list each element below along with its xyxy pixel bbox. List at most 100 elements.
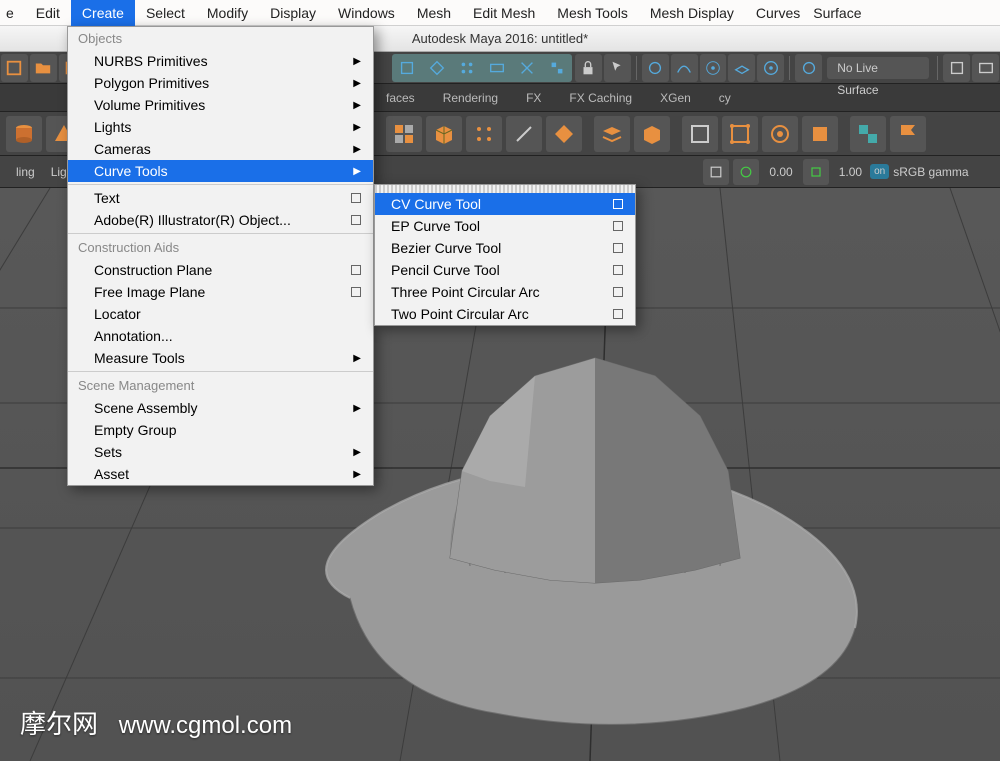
snap-curve-icon[interactable]: [671, 54, 698, 82]
option-box-icon[interactable]: [613, 243, 623, 253]
shelf-flag-icon[interactable]: [890, 116, 926, 152]
menu-item-cameras[interactable]: Cameras▶: [68, 138, 373, 160]
watermark-cn: 摩尔网: [20, 709, 98, 739]
chevron-right-icon: ▶: [353, 353, 361, 364]
submenu-grip[interactable]: [375, 185, 635, 193]
menu-item-nurbs-primitives[interactable]: NURBS Primitives▶: [68, 50, 373, 72]
menu-create[interactable]: Create: [71, 0, 135, 26]
chevron-right-icon: ▶: [353, 447, 361, 458]
menu-edit[interactable]: Edit: [25, 0, 71, 26]
live-surface-label[interactable]: No Live Surface: [827, 57, 929, 79]
make-live-icon[interactable]: [795, 54, 822, 82]
highlight-select-icon[interactable]: [604, 54, 631, 82]
menu-display[interactable]: Display: [259, 0, 327, 26]
open-scene-icon[interactable]: [30, 54, 57, 82]
menu-surface[interactable]: Surface: [811, 0, 872, 26]
shelf-target-icon[interactable]: [762, 116, 798, 152]
menu-modify[interactable]: Modify: [196, 0, 259, 26]
colorspace-label[interactable]: sRGB gamma: [893, 165, 968, 179]
gamma-value[interactable]: 1.00: [831, 165, 870, 179]
menu-item-volume-primitives[interactable]: Volume Primitives▶: [68, 94, 373, 116]
shelf-tab-rendering[interactable]: Rendering: [429, 84, 512, 112]
shelf-quad-icon[interactable]: [802, 116, 838, 152]
menu-mesh[interactable]: Mesh: [406, 0, 462, 26]
snap-plane-icon[interactable]: [728, 54, 755, 82]
shelf-cylinder-icon[interactable]: [6, 116, 42, 152]
submenu-item-bezier-curve-tool[interactable]: Bezier Curve Tool: [375, 237, 635, 259]
menu-item-lights[interactable]: Lights▶: [68, 116, 373, 138]
snap-point-icon[interactable]: [700, 54, 727, 82]
menu-item-empty-group[interactable]: Empty Group: [68, 419, 373, 441]
menu-item-measure-tools[interactable]: Measure Tools▶: [68, 347, 373, 369]
snap-grid-icon[interactable]: [642, 54, 669, 82]
snap-live-icon[interactable]: [757, 54, 784, 82]
chevron-right-icon: ▶: [353, 122, 361, 133]
shelf-tab-fx[interactable]: FX: [512, 84, 555, 112]
shelf-dots-icon[interactable]: [466, 116, 502, 152]
menu-item-sets[interactable]: Sets▶: [68, 441, 373, 463]
menu-item-free-image-plane[interactable]: Free Image Plane: [68, 281, 373, 303]
lock-icon[interactable]: [575, 54, 602, 82]
option-box-icon[interactable]: [351, 193, 361, 203]
option-box-icon[interactable]: [351, 265, 361, 275]
menu-e[interactable]: e: [4, 0, 25, 26]
shelf-edit-icon[interactable]: [506, 116, 542, 152]
option-box-icon[interactable]: [351, 287, 361, 297]
menu-select[interactable]: Select: [135, 0, 196, 26]
shelf-tab-cy[interactable]: cy: [705, 84, 745, 112]
submenu-item-three-point-circular-arc[interactable]: Three Point Circular Arc: [375, 281, 635, 303]
select-mask-icon[interactable]: [483, 54, 511, 82]
menu-item-asset[interactable]: Asset▶: [68, 463, 373, 485]
menu-mesh-tools[interactable]: Mesh Tools: [546, 0, 639, 26]
menu-item-scene-assembly[interactable]: Scene Assembly▶: [68, 397, 373, 419]
menu-item-polygon-primitives[interactable]: Polygon Primitives▶: [68, 72, 373, 94]
shelf-tab-xgen[interactable]: XGen: [646, 84, 705, 112]
shelf-checker-icon[interactable]: [850, 116, 886, 152]
option-box-icon[interactable]: [613, 199, 623, 209]
menu-item-construction-plane[interactable]: Construction Plane: [68, 259, 373, 281]
menu-item-text[interactable]: Text: [68, 187, 373, 209]
menu-item-adobe-r-illustrator-r-object-[interactable]: Adobe(R) Illustrator(R) Object...: [68, 209, 373, 231]
chevron-right-icon: ▶: [353, 100, 361, 111]
select-by-object-icon[interactable]: [423, 54, 451, 82]
shelf-grid-icon[interactable]: [386, 116, 422, 152]
shelf-tab-faces[interactable]: faces: [380, 84, 429, 112]
shelf-frame-icon[interactable]: [682, 116, 718, 152]
menu-curves[interactable]: Curves: [745, 0, 811, 26]
submenu-item-ep-curve-tool[interactable]: EP Curve Tool: [375, 215, 635, 237]
render-icon[interactable]: [972, 54, 999, 82]
shelf-cube-icon[interactable]: [426, 116, 462, 152]
option-box-icon[interactable]: [613, 221, 623, 231]
new-scene-icon[interactable]: [1, 54, 28, 82]
menu-item-locator[interactable]: Locator: [68, 303, 373, 325]
option-box-icon[interactable]: [613, 265, 623, 275]
exposure-value[interactable]: 0.00: [761, 165, 800, 179]
isolate-icon[interactable]: [703, 159, 729, 185]
shelf-layers-icon[interactable]: [594, 116, 630, 152]
exposure-icon[interactable]: [733, 159, 759, 185]
menu-edit-mesh[interactable]: Edit Mesh: [462, 0, 546, 26]
option-box-icon[interactable]: [613, 309, 623, 319]
construction-history-icon[interactable]: [943, 54, 970, 82]
select-misc-icon[interactable]: [513, 54, 541, 82]
submenu-item-cv-curve-tool[interactable]: CV Curve Tool: [375, 193, 635, 215]
shelf-tab-fx-caching[interactable]: FX Caching: [555, 84, 646, 112]
option-box-icon[interactable]: [613, 287, 623, 297]
menu-windows[interactable]: Windows: [327, 0, 406, 26]
shelf-diamond-icon[interactable]: [546, 116, 582, 152]
submenu-item-pencil-curve-tool[interactable]: Pencil Curve Tool: [375, 259, 635, 281]
selection-priority-icon[interactable]: [543, 54, 571, 82]
menu-item-annotation-[interactable]: Annotation...: [68, 325, 373, 347]
menu-mesh-display[interactable]: Mesh Display: [639, 0, 745, 26]
watermark-url: www.cgmol.com: [119, 712, 292, 739]
menu-item-curve-tools[interactable]: Curve Tools▶: [68, 160, 373, 182]
shelf-box-icon[interactable]: [634, 116, 670, 152]
select-by-hierarchy-icon[interactable]: [393, 54, 421, 82]
chevron-right-icon: ▶: [353, 78, 361, 89]
select-by-component-icon[interactable]: [453, 54, 481, 82]
create-menu-dropdown: ObjectsNURBS Primitives▶Polygon Primitiv…: [67, 26, 374, 486]
gamma-icon[interactable]: [803, 159, 829, 185]
shelf-transform-icon[interactable]: [722, 116, 758, 152]
option-box-icon[interactable]: [351, 215, 361, 225]
submenu-item-two-point-circular-arc[interactable]: Two Point Circular Arc: [375, 303, 635, 325]
